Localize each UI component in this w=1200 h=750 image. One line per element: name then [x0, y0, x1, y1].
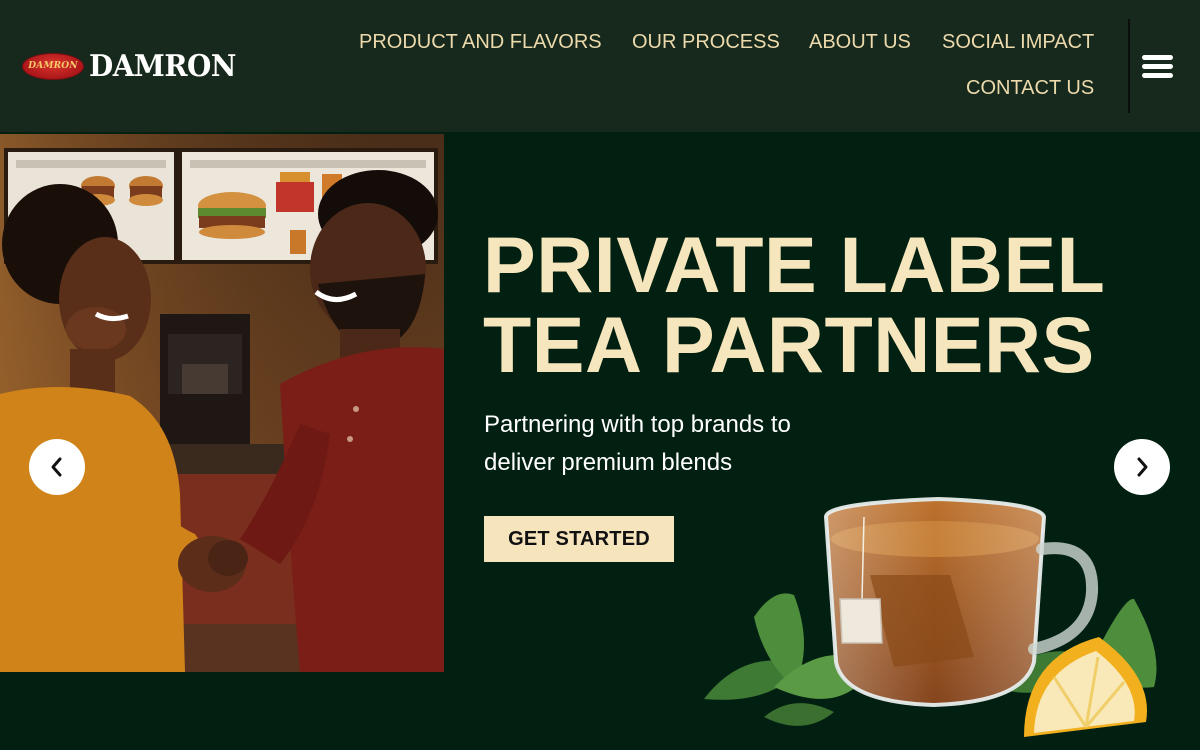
- hamburger-icon[interactable]: [1140, 52, 1174, 82]
- tea-cup-image: [704, 496, 1157, 737]
- logo-badge-text: DAMRON: [28, 61, 78, 71]
- hero-slider: PRIVATE LABEL TEA PARTNERS Partnering wi…: [0, 132, 1200, 750]
- hero-subtitle-line1: Partnering with top brands to: [484, 411, 791, 438]
- nav-item-product-and-flavors[interactable]: PRODUCT AND FLAVORS: [359, 31, 602, 54]
- nav-divider: [1128, 19, 1130, 113]
- hero-subtitle-line2: deliver premium blends: [484, 449, 733, 476]
- get-started-button[interactable]: GET STARTED: [484, 516, 674, 562]
- hero-headline-line1: PRIVATE LABEL: [483, 220, 1106, 309]
- hero-photo: [0, 134, 444, 672]
- brand-logo[interactable]: DAMRON DAMRON: [22, 48, 247, 84]
- nav-item-contact-us[interactable]: CONTACT US: [966, 77, 1094, 100]
- nav-item-about-us[interactable]: ABOUT US: [809, 31, 911, 54]
- hero-headline: PRIVATE LABEL TEA PARTNERS: [483, 225, 1105, 385]
- logo-badge: DAMRON: [22, 52, 84, 80]
- nav-item-our-process[interactable]: OUR PROCESS: [632, 31, 780, 54]
- site-header: DAMRON DAMRON PRODUCT AND FLAVORS OUR PR…: [0, 0, 1200, 132]
- nav-item-social-impact[interactable]: SOCIAL IMPACT: [942, 31, 1094, 54]
- hero-headline-line2: TEA PARTNERS: [483, 300, 1095, 389]
- hero-subtitle: Partnering with top brands to deliver pr…: [484, 406, 844, 482]
- next-slide-button[interactable]: [1114, 439, 1170, 495]
- logo-wordmark: DAMRON: [89, 48, 236, 84]
- chevron-left-icon: [51, 457, 62, 477]
- chevron-right-icon: [1137, 457, 1148, 477]
- prev-slide-button[interactable]: [29, 439, 85, 495]
